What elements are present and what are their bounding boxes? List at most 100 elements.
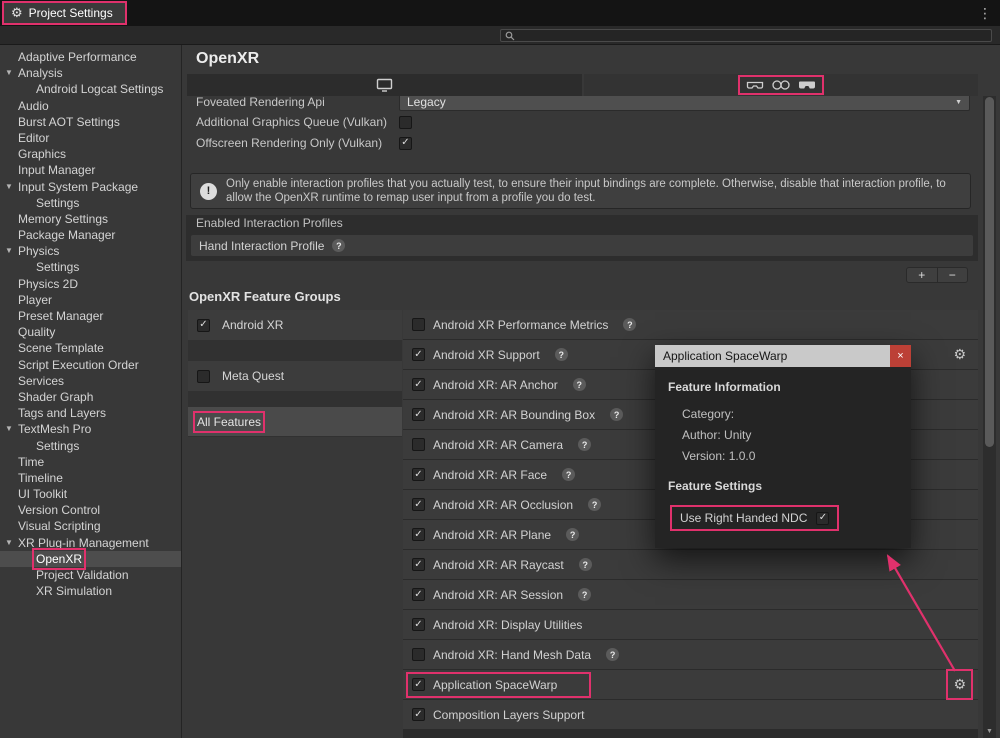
offscreen-rendering-checkbox[interactable]: ✓	[399, 137, 412, 150]
foveated-rendering-dropdown[interactable]: Legacy ▼	[399, 96, 970, 111]
help-icon[interactable]: ?	[579, 558, 592, 571]
sidebar-item[interactable]: ▼ Settings	[0, 438, 181, 454]
feature-checkbox[interactable]: ✓	[412, 348, 425, 361]
sidebar-item[interactable]: ▼ XR Plug-in Management	[0, 535, 181, 551]
help-icon[interactable]: ?	[332, 239, 345, 252]
unity-project-settings-window: ⚙ Project Settings ⋮ ▼ Adaptive Performa…	[0, 0, 1000, 738]
feature-group-checkbox[interactable]: ✓	[197, 370, 210, 383]
feature-row[interactable]: ✓ Android XR: AR Raycast ? ⚙	[403, 550, 978, 579]
sidebar-item[interactable]: ▼ Script Execution Order	[0, 357, 181, 373]
sidebar-item[interactable]: ▼ Android Logcat Settings	[0, 81, 181, 97]
help-icon[interactable]: ?	[573, 378, 586, 391]
help-icon[interactable]: ?	[566, 528, 579, 541]
feature-checkbox[interactable]: ✓	[412, 378, 425, 391]
feature-row[interactable]: ✓ Android XR: AR Session ? ⚙	[403, 580, 978, 609]
feature-checkbox[interactable]: ✓	[412, 318, 425, 331]
vertical-scrollbar[interactable]: ▼	[983, 96, 996, 738]
sidebar-item[interactable]: ▼ Version Control	[0, 502, 181, 518]
interaction-profile-row[interactable]: Hand Interaction Profile ?	[191, 235, 973, 256]
sidebar-item[interactable]: ▼ Adaptive Performance	[0, 49, 181, 65]
feature-checkbox[interactable]: ✓	[412, 408, 425, 421]
feature-checkbox[interactable]: ✓	[412, 468, 425, 481]
sidebar-item[interactable]: ▼ Shader Graph	[0, 389, 181, 405]
add-profile-button[interactable]: +	[907, 268, 937, 282]
feature-checkbox[interactable]: ✓	[412, 588, 425, 601]
feature-label: Android XR: AR Face	[433, 468, 547, 482]
sidebar-item[interactable]: ▼ Memory Settings	[0, 211, 181, 227]
additional-graphics-queue-checkbox[interactable]: ✓	[399, 116, 412, 129]
sidebar-item[interactable]: ▼ Visual Scripting	[0, 518, 181, 534]
foldout-arrow-icon[interactable]: ▼	[5, 243, 13, 259]
close-icon[interactable]: ×	[890, 345, 911, 367]
sidebar-item[interactable]: ▼ Player	[0, 292, 181, 308]
feature-checkbox[interactable]: ✓	[412, 678, 425, 691]
sidebar-item[interactable]: ▼ Services	[0, 373, 181, 389]
feature-row[interactable]: ✓ Composition Layers Support ? ⚙	[403, 700, 978, 729]
sidebar-item[interactable]: ▼ Input System Package	[0, 179, 181, 195]
feature-checkbox[interactable]: ✓	[412, 618, 425, 631]
feature-checkbox[interactable]: ✓	[412, 708, 425, 721]
feature-row[interactable]: ✓ Android XR: Hand Mesh Data ? ⚙	[403, 640, 978, 669]
feature-checkbox[interactable]: ✓	[412, 498, 425, 511]
feature-settings-gear-icon[interactable]: ⚙	[953, 676, 966, 693]
foldout-arrow-icon[interactable]: ▼	[5, 65, 13, 81]
feature-checkbox[interactable]: ✓	[412, 648, 425, 661]
help-icon[interactable]: ?	[562, 468, 575, 481]
project-settings-tab[interactable]: ⚙ Project Settings	[2, 1, 127, 25]
all-features-row[interactable]: All Features	[188, 407, 402, 436]
feature-checkbox[interactable]: ✓	[412, 558, 425, 571]
search-input[interactable]	[519, 30, 987, 41]
sidebar-item[interactable]: ▼ XR Simulation	[0, 583, 181, 599]
sidebar-item[interactable]: ▼ Audio	[0, 98, 181, 114]
sidebar-item[interactable]: ▼ Preset Manager	[0, 308, 181, 324]
help-icon[interactable]: ?	[588, 498, 601, 511]
feature-checkbox[interactable]: ✓	[412, 438, 425, 451]
feature-row[interactable]: ✓ Application SpaceWarp ? ⚙	[403, 670, 978, 699]
tab-desktop-platform[interactable]	[187, 74, 582, 96]
use-right-handed-ndc-checkbox[interactable]: ✓	[816, 512, 829, 525]
remove-profile-button[interactable]: −	[938, 268, 968, 282]
sidebar-item[interactable]: ▼ Time	[0, 454, 181, 470]
scroll-down-icon[interactable]: ▼	[983, 727, 996, 737]
sidebar-item[interactable]: ▼ Input Manager	[0, 162, 181, 178]
sidebar-item[interactable]: ▼ Analysis	[0, 65, 181, 81]
help-icon[interactable]: ?	[610, 408, 623, 421]
sidebar-item[interactable]: ▼ Physics 2D	[0, 276, 181, 292]
foldout-arrow-icon[interactable]: ▼	[5, 535, 13, 551]
tab-xr-devices-platform[interactable]	[584, 74, 979, 96]
feature-group-row[interactable]: ✓ Android XR	[188, 310, 402, 340]
help-icon[interactable]: ?	[606, 648, 619, 661]
feature-group-row[interactable]: ✓ Meta Quest	[188, 361, 402, 391]
sidebar-item[interactable]: ▼ Graphics	[0, 146, 181, 162]
sidebar-item[interactable]: ▼ Settings	[0, 195, 181, 211]
help-icon[interactable]: ?	[623, 318, 636, 331]
window-menu-icon[interactable]: ⋮	[978, 5, 992, 22]
sidebar-item[interactable]: ▼ TextMesh Pro	[0, 421, 181, 437]
feature-settings-gear-icon[interactable]: ⚙	[953, 346, 966, 363]
sidebar-item-label: Preset Manager	[18, 309, 103, 323]
sidebar-item[interactable]: ▼ Scene Template	[0, 340, 181, 356]
sidebar-item[interactable]: ▼ Burst AOT Settings	[0, 114, 181, 130]
foldout-arrow-icon[interactable]: ▼	[5, 178, 13, 194]
help-icon[interactable]: ?	[578, 588, 591, 601]
foldout-arrow-icon[interactable]: ▼	[5, 421, 13, 437]
sidebar-item[interactable]: ▼ Quality	[0, 324, 181, 340]
feature-row[interactable]: ✓ Android XR Performance Metrics ? ⚙	[403, 310, 978, 339]
sidebar-item[interactable]: ▼ Physics	[0, 243, 181, 259]
help-icon[interactable]: ?	[578, 438, 591, 451]
sidebar-item[interactable]: ▼ Package Manager	[0, 227, 181, 243]
sidebar-item[interactable]: ▼ UI Toolkit	[0, 486, 181, 502]
sidebar-item[interactable]: ▼ Project Validation	[0, 567, 181, 583]
search-box[interactable]	[500, 29, 992, 42]
sidebar-item[interactable]: ▼ Timeline	[0, 470, 181, 486]
sidebar-item[interactable]: ▼ Editor	[0, 130, 181, 146]
popup-titlebar[interactable]: Application SpaceWarp ×	[655, 345, 911, 367]
sidebar-item[interactable]: ▼ Tags and Layers	[0, 405, 181, 421]
sidebar-item[interactable]: ▼ Settings	[0, 259, 181, 275]
feature-checkbox[interactable]: ✓	[412, 528, 425, 541]
help-icon[interactable]: ?	[555, 348, 568, 361]
sidebar-item[interactable]: ▼ OpenXR	[0, 551, 181, 567]
feature-group-checkbox[interactable]: ✓	[197, 319, 210, 332]
feature-row[interactable]: ✓ Android XR: Display Utilities ? ⚙	[403, 610, 978, 639]
scrollbar-thumb[interactable]	[985, 97, 994, 447]
